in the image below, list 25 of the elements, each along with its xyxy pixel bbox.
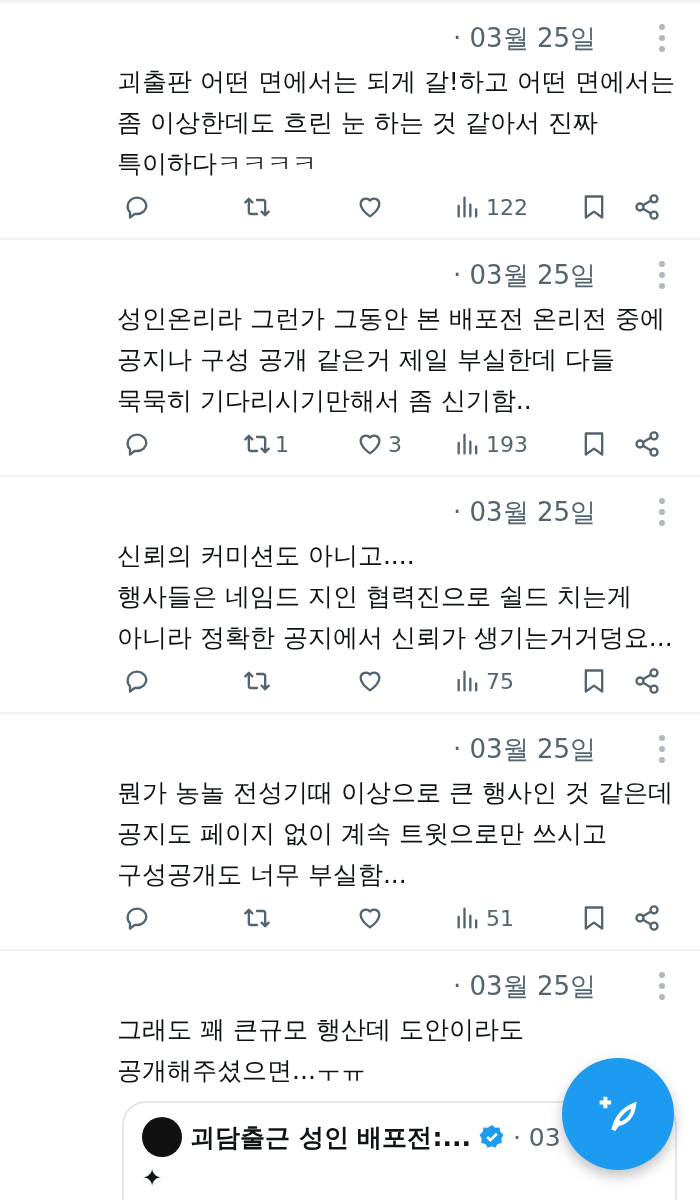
share-icon[interactable] xyxy=(633,667,661,695)
tweet-text: 성인온리라 그런가 그동안 본 배포전 온리전 중에 공지나 구성 공개 같은거 제일 부실한데 다들 묵묵히 기다리시기만해서 좀 신기함.. xyxy=(117,303,666,417)
tweet-date[interactable]: · 03월 25일 xyxy=(453,968,596,1004)
compose-button[interactable] xyxy=(562,1058,674,1170)
quoted-tweet-date: · 03 xyxy=(512,1122,561,1152)
like-count: 3 xyxy=(388,431,402,457)
tweet-text: 뭔가 농놀 전성기때 이상으로 큰 행사인 것 같은데 공지도 페이지 없이 계속 트윗으로만 쓰시고 구성공개도 너무 부실함... xyxy=(117,777,674,891)
tweet-text: 괴출판 어떤 면에서는 되게 갈!하고 어떤 면에서는 좀 이상한데도 흐린 눈 하는 것 같아서 진짜 특이하다ㅋㅋㅋㅋ xyxy=(117,66,676,180)
view-count: 75 xyxy=(486,668,514,694)
share-icon[interactable] xyxy=(633,430,661,458)
tweet-date[interactable]: · 03월 25일 xyxy=(453,731,596,767)
avatar xyxy=(142,1117,182,1157)
retweet-count: 1 xyxy=(275,431,289,457)
quoted-tweet-text: ✦ xyxy=(142,1163,164,1193)
view-count: 122 xyxy=(486,194,528,220)
tweet-date[interactable]: · 03월 25일 xyxy=(453,494,596,530)
view-count: 51 xyxy=(486,905,514,931)
share-icon[interactable] xyxy=(633,193,661,221)
share-icon[interactable] xyxy=(633,904,661,932)
tweet-date[interactable]: · 03월 25일 xyxy=(453,20,596,56)
quoted-author-name: 괴담출근 성인 배포전:... xyxy=(190,1121,471,1154)
tweet-date[interactable]: · 03월 25일 xyxy=(453,257,596,293)
tweet-text: 그래도 꽤 큰규모 행산데 도안이라도 공개해주셨으면...ㅜㅠ xyxy=(117,1014,525,1087)
tweet-text: 신뢰의 커미션도 아니고.... 행사들은 네임드 지인 협력진으로 쉴드 치는게 아니라 정확한 공지에서 신뢰가 생기는거거덩요... xyxy=(117,540,674,654)
view-count: 193 xyxy=(486,431,528,457)
